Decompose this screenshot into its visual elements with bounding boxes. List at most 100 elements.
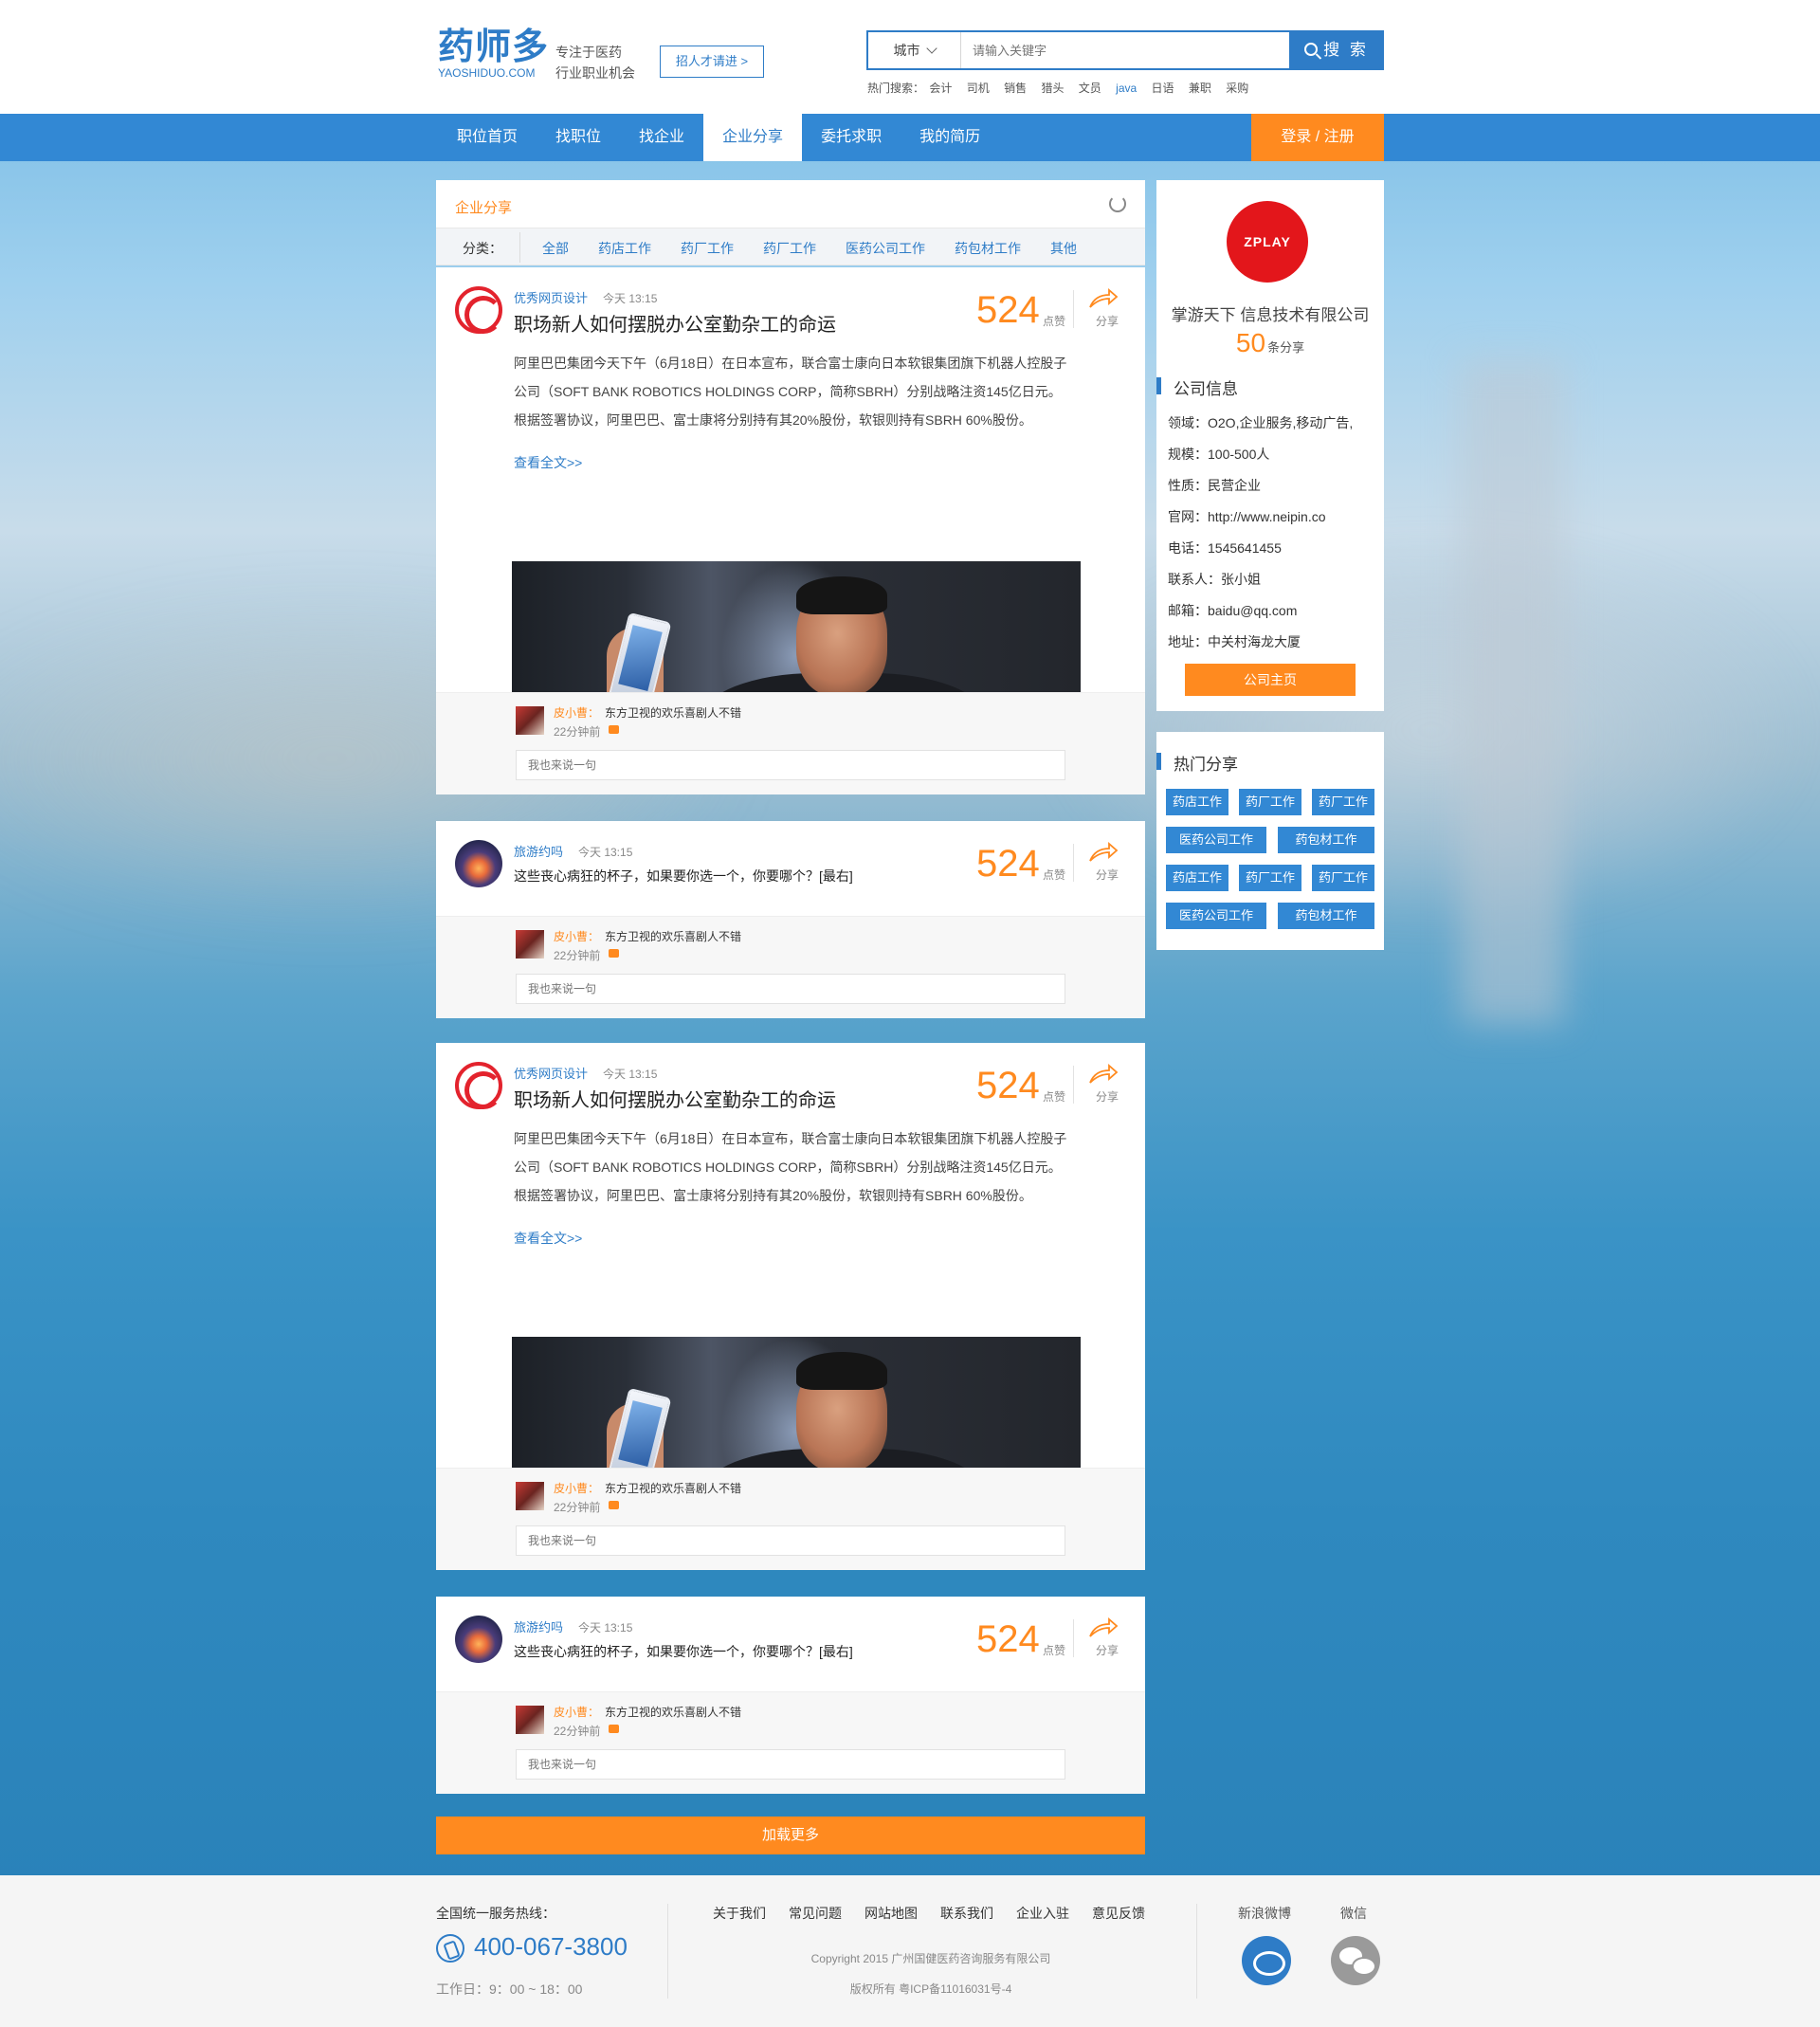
nav-item-entrusted-search[interactable]: 委托求职 (802, 114, 901, 161)
hot-term[interactable]: 猎头 (1041, 82, 1064, 95)
nav-item-find-companies[interactable]: 找企业 (620, 114, 703, 161)
footer-link-faq[interactable]: 常见问题 (789, 1904, 842, 1923)
nav-item-find-jobs[interactable]: 找职位 (537, 114, 620, 161)
hot-tag[interactable]: 药店工作 (1166, 865, 1228, 891)
post-author[interactable]: 优秀网页设计 (514, 288, 588, 306)
reply-bubble-icon[interactable] (609, 1725, 619, 1733)
category-item[interactable]: 其他 (1050, 239, 1077, 258)
like-count[interactable]: 524 (976, 1617, 1040, 1661)
company-home-button[interactable]: 公司主页 (1185, 664, 1356, 696)
author-avatar[interactable] (455, 840, 502, 887)
footer-link-feedback[interactable]: 意见反馈 (1092, 1904, 1145, 1923)
post-title[interactable]: 这些丧心病狂的杯子，如果要你选一个，你要哪个？[最右] (514, 867, 853, 886)
like-count[interactable]: 524 (976, 1064, 1040, 1107)
comment-input[interactable] (516, 1749, 1065, 1780)
share-icon[interactable] (1088, 1617, 1119, 1638)
hot-tag[interactable]: 药厂工作 (1239, 865, 1301, 891)
company-name[interactable]: 掌游天下 信息技术有限公司 (1156, 301, 1384, 325)
like-count[interactable]: 524 (976, 842, 1040, 886)
reply-bubble-icon[interactable] (609, 949, 619, 958)
comment-text: 东方卫视的欢乐喜剧人不错 (605, 706, 742, 720)
hot-tag[interactable]: 药厂工作 (1239, 789, 1301, 815)
nav-item-company-share[interactable]: 企业分享 (703, 114, 803, 161)
read-more-link[interactable]: 查看全文>> (514, 1229, 582, 1248)
hot-tag[interactable]: 药包材工作 (1278, 903, 1374, 929)
share-icon[interactable] (1088, 1064, 1119, 1085)
hot-term[interactable]: 文员 (1079, 82, 1101, 95)
hot-term[interactable]: java (1116, 82, 1137, 95)
commenter-avatar[interactable] (516, 1482, 544, 1510)
read-more-link[interactable]: 查看全文>> (514, 453, 582, 472)
commenter-avatar[interactable] (516, 706, 544, 735)
hot-term[interactable]: 日语 (1152, 82, 1174, 95)
author-avatar[interactable] (455, 1062, 502, 1109)
post-time: 今天 13:15 (578, 1621, 633, 1634)
hotline-number[interactable]: 400-067-3800 (474, 1932, 628, 1962)
commenter-name[interactable]: 皮小曹： (554, 1704, 599, 1720)
comment-input[interactable] (516, 1525, 1065, 1556)
feed-header: 企业分享 分类： 全部 药店工作 药厂工作 药厂工作 医药公司工作 药包材工作 … (436, 180, 1145, 265)
post-title[interactable]: 职场新人如何摆脱办公室勤杂工的命运 (514, 1085, 836, 1112)
search-input[interactable] (973, 32, 1276, 68)
commenter-name[interactable]: 皮小曹： (554, 928, 599, 944)
hot-term[interactable]: 司机 (967, 82, 990, 95)
hot-tag[interactable]: 医药公司工作 (1166, 827, 1266, 853)
login-register-button[interactable]: 登录 / 注册 (1251, 114, 1384, 161)
hot-term[interactable]: 销售 (1004, 82, 1027, 95)
load-more-button[interactable]: 加载更多 (436, 1817, 1145, 1854)
city-select[interactable]: 城市 (868, 32, 961, 68)
category-item[interactable]: 药厂工作 (681, 239, 734, 258)
post-author[interactable]: 旅游约吗 (514, 1617, 563, 1635)
nav-item-my-resume[interactable]: 我的简历 (901, 114, 999, 161)
wechat-icon[interactable] (1331, 1936, 1380, 1985)
hot-term[interactable]: 兼职 (1189, 82, 1211, 95)
footer-link-join[interactable]: 企业入驻 (1016, 1904, 1069, 1923)
share-icon[interactable] (1088, 842, 1119, 863)
info-email[interactable]: 邮箱：baidu@qq.com (1168, 595, 1353, 627)
comment-time: 22分钟前 (554, 725, 601, 739)
post-author[interactable]: 优秀网页设计 (514, 1064, 588, 1082)
category-item[interactable]: 药店工作 (598, 239, 651, 258)
hot-term[interactable]: 采购 (1226, 82, 1248, 95)
footer-link-contact[interactable]: 联系我们 (940, 1904, 993, 1923)
post-title[interactable]: 这些丧心病狂的杯子，如果要你选一个，你要哪个？[最右] (514, 1642, 853, 1661)
post-author[interactable]: 旅游约吗 (514, 842, 563, 860)
search-button[interactable]: 搜 索 (1289, 30, 1384, 70)
comment-input[interactable] (516, 750, 1065, 780)
comment-input[interactable] (516, 974, 1065, 1004)
footer-link-about[interactable]: 关于我们 (713, 1904, 766, 1923)
commenter-name[interactable]: 皮小曹： (554, 1480, 599, 1496)
info-website[interactable]: 官网：http://www.neipin.co (1168, 502, 1353, 533)
category-item[interactable]: 全部 (542, 239, 569, 258)
reply-bubble-icon[interactable] (609, 1501, 619, 1509)
like-count[interactable]: 524 (976, 288, 1040, 332)
hot-term[interactable]: 会计 (929, 82, 952, 95)
nav-items: 职位首页 找职位 找企业 企业分享 委托求职 我的简历 (438, 114, 999, 161)
hot-tag[interactable]: 药厂工作 (1312, 865, 1374, 891)
weibo-icon[interactable] (1242, 1936, 1291, 1985)
site-logo[interactable]: 药师多 YAOSHIDUO.COM (438, 28, 549, 80)
commenter-name[interactable]: 皮小曹： (554, 704, 599, 721)
working-hours: 工作日：9：00 ~ 18：00 (436, 1981, 583, 1997)
category-item[interactable]: 药厂工作 (763, 239, 816, 258)
hot-tag[interactable]: 药店工作 (1166, 789, 1228, 815)
commenter-avatar[interactable] (516, 1706, 544, 1734)
author-avatar[interactable] (455, 286, 502, 334)
hot-tag[interactable]: 医药公司工作 (1166, 903, 1266, 929)
company-card: ZPLAY 掌游天下 信息技术有限公司 50 条分享 公司信息 领域：O2O,企业… (1156, 180, 1384, 711)
company-logo[interactable]: ZPLAY (1227, 201, 1308, 283)
hot-tag[interactable]: 药厂工作 (1312, 789, 1374, 815)
author-avatar[interactable] (455, 1616, 502, 1663)
share-count-value: 50 (1235, 328, 1266, 357)
nav-item-home[interactable]: 职位首页 (438, 114, 537, 161)
refresh-icon[interactable] (1109, 195, 1126, 212)
reply-bubble-icon[interactable] (609, 725, 619, 734)
category-item[interactable]: 药包材工作 (955, 239, 1021, 258)
commenter-avatar[interactable] (516, 930, 544, 959)
share-icon[interactable] (1088, 288, 1119, 309)
post-title[interactable]: 职场新人如何摆脱办公室勤杂工的命运 (514, 309, 836, 337)
footer-link-sitemap[interactable]: 网站地图 (864, 1904, 918, 1923)
recruit-button[interactable]: 招人才请进 > (660, 46, 764, 78)
category-item[interactable]: 医药公司工作 (846, 239, 925, 258)
hot-tag[interactable]: 药包材工作 (1278, 827, 1374, 853)
